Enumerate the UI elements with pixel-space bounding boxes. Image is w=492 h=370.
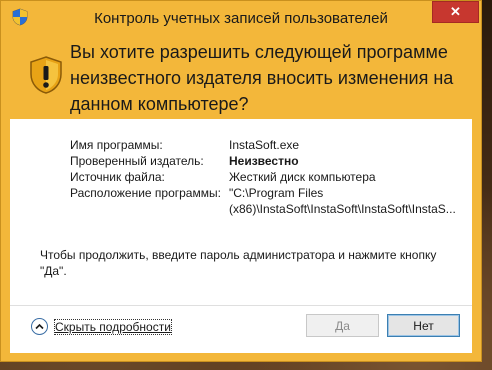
chevron-up-icon: [35, 323, 44, 330]
warning-shield-icon: [30, 56, 62, 94]
detail-label: Имя программы:: [70, 138, 163, 152]
dialog-footer: Скрыть подробности Да Нет: [10, 305, 472, 353]
details-panel: Имя программы: InstaSoft.exe Проверенный…: [10, 119, 472, 305]
detail-value: (x86)\InstaSoft\InstaSoft\InstaSoft\Inst…: [229, 202, 456, 216]
yes-button[interactable]: Да: [306, 314, 379, 337]
detail-value: "C:\Program Files: [229, 186, 324, 200]
close-button[interactable]: ✕: [432, 1, 479, 23]
elevation-question: Вы хотите разрешить следующей программе …: [70, 42, 454, 114]
detail-label: Проверенный издатель:: [70, 154, 204, 168]
detail-value: Жесткий диск компьютера: [229, 170, 376, 184]
collapse-toggle-button[interactable]: [31, 318, 48, 335]
no-button[interactable]: Нет: [387, 314, 460, 337]
detail-label: [70, 201, 229, 217]
close-icon: ✕: [450, 4, 461, 19]
detail-row-program-location-cont: (x86)\InstaSoft\InstaSoft\InstaSoft\Inst…: [70, 201, 469, 217]
uac-dialog: Контроль учетных записей пользователей ✕…: [0, 0, 482, 362]
admin-password-prompt: Чтобы продолжить, введите пароль админис…: [40, 248, 437, 278]
hide-details-link[interactable]: Скрыть подробности: [54, 319, 172, 335]
program-details: Имя программы: InstaSoft.exe Проверенный…: [70, 137, 469, 217]
detail-row-program-name: Имя программы: InstaSoft.exe: [70, 137, 469, 153]
detail-label: Источник файла:: [70, 170, 165, 184]
prompt-header: Вы хотите разрешить следующей программе …: [10, 33, 472, 119]
detail-value: InstaSoft.exe: [229, 138, 300, 152]
detail-row-publisher: Проверенный издатель: Неизвестно: [70, 153, 469, 169]
window-title: Контроль учетных записей пользователей: [94, 10, 388, 27]
detail-row-file-origin: Источник файла: Жесткий диск компьютера: [70, 169, 469, 185]
detail-value: Неизвестно: [229, 154, 299, 168]
detail-label: Расположение программы:: [70, 186, 221, 200]
detail-row-program-location: Расположение программы: "C:\Program File…: [70, 185, 469, 201]
title-bar[interactable]: Контроль учетных записей пользователей ✕: [1, 1, 481, 33]
